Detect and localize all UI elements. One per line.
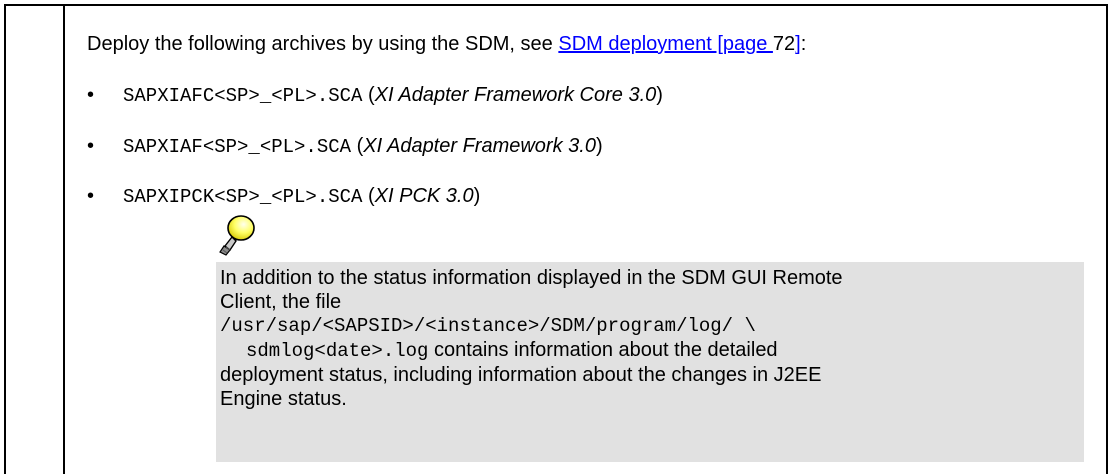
intro-text: Deploy the following archives by using t… bbox=[87, 33, 559, 55]
note-line: In addition to the status information di… bbox=[220, 267, 843, 289]
page-number: 72 bbox=[772, 33, 796, 55]
archive-description: XI Adapter Framework Core 3.0 bbox=[374, 84, 657, 106]
sdm-deployment-link[interactable]: SDM deployment [page bbox=[558, 33, 773, 55]
note-line: deployment status, including information… bbox=[220, 364, 822, 386]
bullet: • bbox=[87, 84, 95, 106]
archive-description: XI PCK 3.0 bbox=[374, 185, 474, 207]
log-filename: sdmlog<date>.log bbox=[246, 340, 429, 362]
lightbulb-icon bbox=[217, 213, 257, 259]
note-line: Engine status. bbox=[220, 388, 347, 410]
intro-paragraph: Deploy the following archives by using t… bbox=[87, 33, 807, 55]
archive-filename: SAPXIAF<SP>_<PL>.SCA bbox=[123, 136, 352, 158]
note-line: Client, the file bbox=[220, 291, 342, 313]
archive-filename: SAPXIAFC<SP>_<PL>.SCA bbox=[123, 85, 363, 107]
bullet: • bbox=[87, 185, 95, 207]
table-column-divider bbox=[63, 4, 65, 474]
log-path: /usr/sap/<SAPSID>/<instance>/SDM/program… bbox=[220, 315, 756, 337]
archive-filename: SAPXIPCK<SP>_<PL>.SCA bbox=[123, 186, 363, 208]
note-line: contains information about the detailed bbox=[428, 339, 778, 361]
note-box: In addition to the status information di… bbox=[216, 262, 1084, 462]
archive-description: XI Adapter Framework 3.0 bbox=[363, 135, 596, 157]
bullet: • bbox=[87, 135, 95, 157]
